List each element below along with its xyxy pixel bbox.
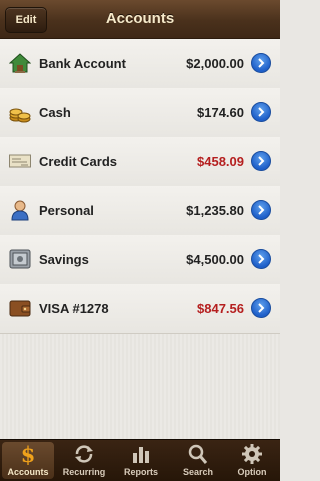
chevron-right-icon[interactable] [251,249,271,269]
coins-icon [9,108,31,123]
account-name: Bank Account [39,56,126,71]
tab-accounts[interactable]: $ Accounts [2,442,54,479]
account-row-visa-1278[interactable]: VISA #1278 $847.56 [0,284,280,334]
tab-label: Option [237,467,267,477]
safe-icon [9,249,31,269]
chevron-right-icon[interactable] [251,102,271,122]
account-balance: $458.09 [197,154,244,169]
chevron-right-icon[interactable] [251,200,271,220]
tab-label: Search [182,467,214,477]
account-balance: $2,000.00 [186,56,244,71]
account-name: Credit Cards [39,154,118,169]
recurring-arrows-icon [75,445,93,463]
tab-label: Recurring [62,467,106,477]
tab-bar: $ Accounts Recurring Reports Search Opti… [0,439,280,481]
check-card-icon [9,154,31,168]
bank-house-icon [9,53,31,73]
bar-chart-icon [133,447,149,463]
account-row-personal[interactable]: Personal $1,235.80 [0,186,280,236]
tab-search[interactable]: Search [172,442,224,479]
account-row-savings[interactable]: Savings $4,500.00 [0,235,280,285]
account-balance: $847.56 [197,301,244,316]
tab-recurring[interactable]: Recurring [58,442,110,479]
tab-label: Reports [123,467,158,477]
svg-text:$: $ [21,443,36,465]
dollar-icon: $ [21,443,36,465]
chevron-right-icon[interactable] [251,298,271,318]
account-balance: $1,235.80 [186,203,244,218]
tab-option[interactable]: Option [226,442,278,479]
accounts-list: Bank Account $2,000.00 Cash $174.60 Cred… [0,39,280,439]
wallet-icon [9,300,31,317]
person-icon [11,200,29,221]
account-row-credit-cards[interactable]: Credit Cards $458.09 [0,137,280,187]
account-name: Cash [39,105,71,120]
account-name: VISA #1278 [39,301,109,316]
magnifier-icon [188,444,208,464]
account-balance: $4,500.00 [186,252,244,267]
tab-reports[interactable]: Reports [115,442,167,479]
page-title: Accounts [105,10,175,27]
chevron-right-icon[interactable] [251,151,271,171]
account-row-bank-account[interactable]: Bank Account $2,000.00 [0,39,280,89]
tab-label: Accounts [7,467,49,477]
account-row-cash[interactable]: Cash $174.60 [0,88,280,138]
account-balance: $174.60 [197,105,244,120]
chevron-right-icon[interactable] [251,53,271,73]
gear-icon [242,444,262,464]
account-name: Savings [39,252,89,267]
navigation-bar: Edit Accounts [0,0,280,39]
account-name: Personal [39,203,94,218]
